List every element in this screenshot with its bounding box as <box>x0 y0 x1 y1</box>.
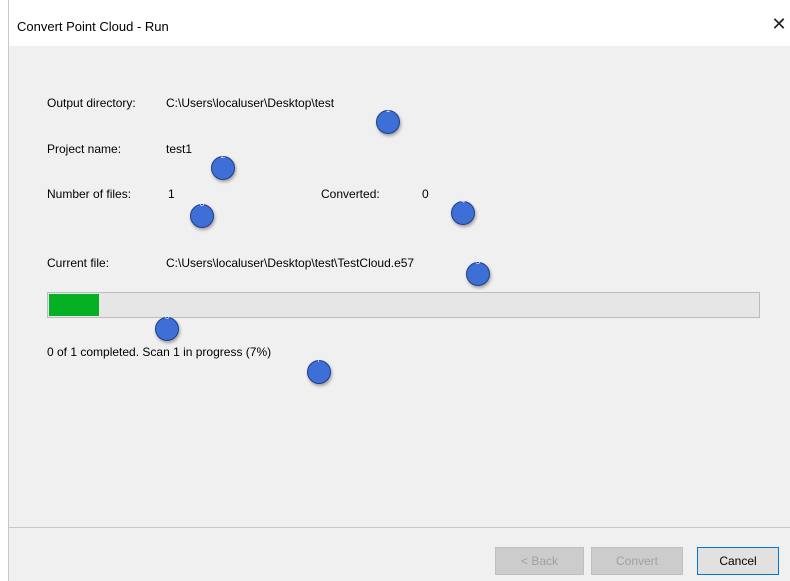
current-file-label: Current file: <box>47 256 110 270</box>
progress-bar-fill <box>49 294 99 316</box>
number-of-files-value: 1 <box>168 187 175 201</box>
converted-label: Converted: <box>321 187 380 201</box>
convert-button[interactable]: Convert <box>591 547 683 575</box>
project-name-label: Project name: <box>47 142 122 156</box>
annotation-marker: 7 <box>307 355 331 384</box>
annotation-marker: 6 <box>155 312 179 341</box>
conversion-progress-bar <box>47 292 760 318</box>
annotation-marker: 1 <box>376 105 400 134</box>
annotation-marker: 3 <box>190 199 214 228</box>
current-file-value: C:\Users\localuser\Desktop\test\TestClou… <box>166 256 415 270</box>
cancel-button[interactable]: Cancel <box>697 547 779 575</box>
back-button[interactable]: < Back <box>495 547 584 575</box>
close-icon[interactable]: ✕ <box>767 10 790 38</box>
output-directory-value: C:\Users\localuser\Desktop\test <box>166 96 335 110</box>
project-name-value: test1 <box>166 142 193 156</box>
annotation-marker: 2 <box>211 151 235 180</box>
footer-separator <box>9 527 790 528</box>
output-directory-label: Output directory: <box>47 96 136 110</box>
convert-point-cloud-dialog: Convert Point Cloud - Run ✕ Output direc… <box>8 0 790 581</box>
annotation-marker: 5 <box>466 257 490 286</box>
dialog-title: Convert Point Cloud - Run <box>17 19 169 34</box>
number-of-files-label: Number of files: <box>47 187 132 201</box>
annotation-marker: 4 <box>451 196 475 225</box>
converted-value: 0 <box>422 187 429 201</box>
title-bar: Convert Point Cloud - Run ✕ <box>9 0 790 46</box>
status-text: 0 of 1 completed. Scan 1 in progress (7%… <box>47 345 272 359</box>
